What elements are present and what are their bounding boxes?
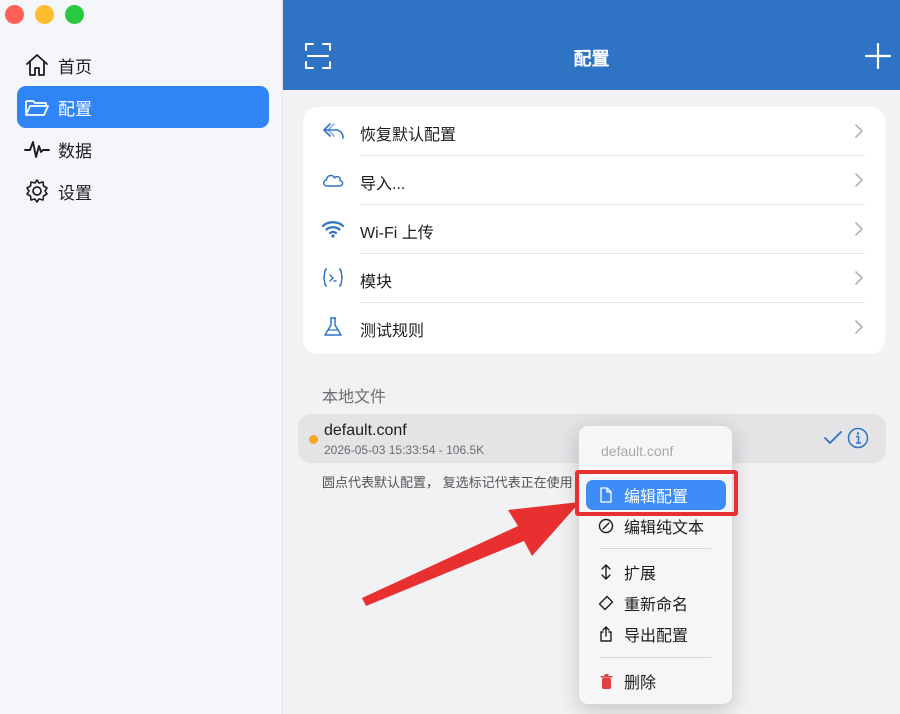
sidebar-item-label: 设置 [58, 183, 92, 203]
header-bar: 配置 [283, 0, 900, 90]
module-braces-icon [320, 265, 346, 291]
action-restore-default[interactable]: 恢复默认配置 [303, 107, 885, 156]
menu-divider [599, 548, 711, 549]
menu-item-label: 删除 [624, 675, 657, 692]
minimize-window-button[interactable] [35, 5, 54, 24]
folder-icon [24, 94, 50, 120]
waveform-icon [24, 136, 50, 162]
menu-item-label: 扩展 [624, 566, 657, 583]
trash-icon [598, 673, 614, 689]
window-controls [5, 5, 84, 24]
action-label: Wi-Fi 上传 [360, 225, 434, 242]
checkmark-icon [823, 429, 843, 447]
close-window-button[interactable] [5, 5, 24, 24]
gear-icon [24, 178, 50, 204]
menu-header: default.conf [601, 443, 674, 459]
chevron-right-icon [854, 123, 864, 139]
sidebar: 首页 配置 数据 设置 [0, 0, 283, 714]
annotation-arrow [362, 502, 580, 606]
section-title-local-files: 本地文件 [322, 389, 387, 406]
chevron-right-icon [854, 270, 864, 286]
chevron-right-icon [854, 221, 864, 237]
wifi-icon [320, 216, 346, 242]
sidebar-item-label: 配置 [58, 99, 92, 119]
info-icon[interactable] [847, 427, 869, 449]
menu-item-label: 编辑纯文本 [624, 520, 705, 537]
home-icon [24, 52, 50, 78]
tag-icon [598, 595, 614, 611]
action-modules[interactable]: 模块 [303, 254, 885, 303]
action-import[interactable]: 导入... [303, 156, 885, 205]
action-label: 模块 [360, 274, 393, 291]
chevron-right-icon [854, 319, 864, 335]
action-wifi-upload[interactable]: Wi-Fi 上传 [303, 205, 885, 254]
context-menu: default.conf 编辑配置 编辑纯文本 扩展 重新命名 导出配置 删除 [578, 425, 733, 705]
slash-circle-icon [598, 518, 614, 534]
menu-item-export[interactable]: 导出配置 [586, 619, 726, 649]
sidebar-item-settings[interactable]: 设置 [17, 170, 269, 212]
sidebar-item-data[interactable]: 数据 [17, 128, 269, 170]
actions-card: 恢复默认配置 导入... Wi-Fi 上传 模块 测试规则 [303, 107, 885, 354]
plus-icon[interactable] [864, 42, 892, 70]
undo-arrow-icon [320, 118, 346, 144]
chevron-right-icon [854, 172, 864, 188]
annotation-highlight-box [575, 470, 738, 516]
menu-item-expand[interactable]: 扩展 [586, 557, 726, 587]
expand-arrows-icon [598, 564, 614, 580]
sidebar-item-config[interactable]: 配置 [17, 86, 269, 128]
flask-icon [320, 314, 346, 340]
action-test-rules[interactable]: 测试规则 [303, 303, 885, 352]
share-icon [598, 626, 614, 642]
sidebar-item-label: 数据 [58, 141, 92, 161]
page-title: 配置 [573, 49, 610, 69]
menu-item-label: 导出配置 [624, 628, 689, 645]
menu-item-rename[interactable]: 重新命名 [586, 588, 726, 618]
file-meta: 2026-05-03 15:33:54 - 106.5K [324, 443, 485, 457]
default-dot-icon [309, 435, 318, 444]
action-label: 恢复默认配置 [360, 127, 457, 144]
menu-divider [599, 657, 711, 658]
menu-item-label: 重新命名 [624, 597, 689, 614]
action-label: 导入... [360, 176, 406, 193]
sidebar-nav: 首页 配置 数据 设置 [17, 44, 269, 212]
cloud-icon [320, 167, 346, 193]
sidebar-item-home[interactable]: 首页 [17, 44, 269, 86]
menu-item-delete[interactable]: 删除 [586, 666, 726, 696]
file-name: default.conf [324, 422, 407, 439]
action-label: 测试规则 [360, 323, 425, 340]
sidebar-item-label: 首页 [58, 57, 92, 77]
zoom-window-button[interactable] [65, 5, 84, 24]
